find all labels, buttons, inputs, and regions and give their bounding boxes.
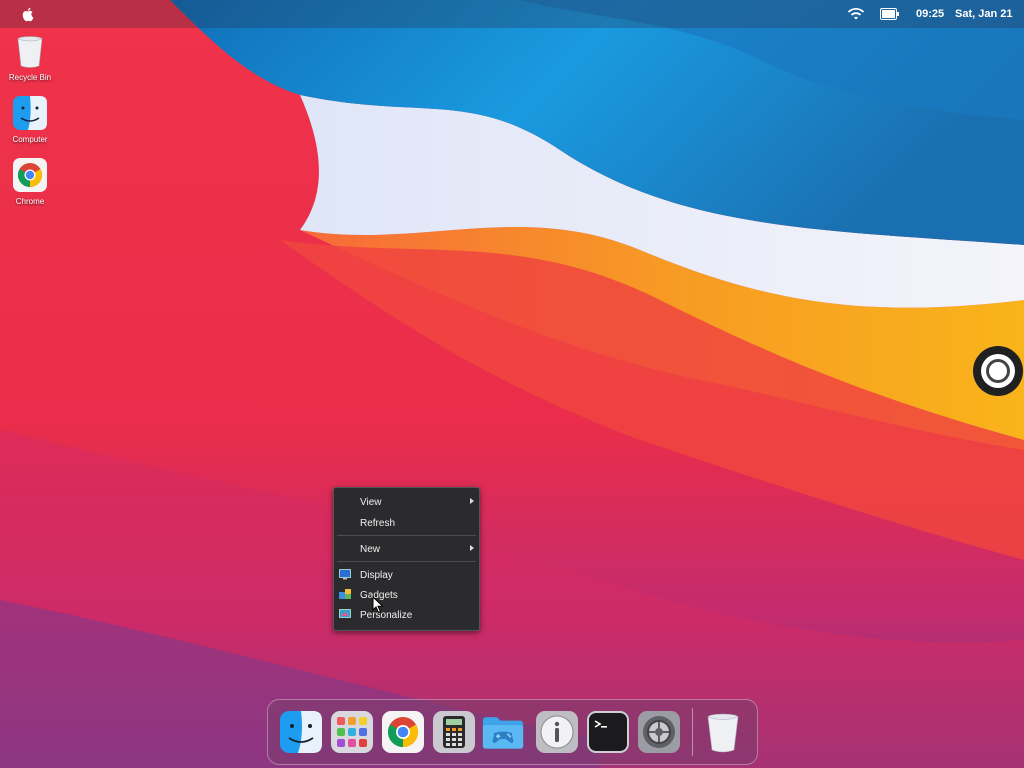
menu-item-label: Refresh (360, 518, 396, 529)
desktop-context-menu: View Refresh New Display Gadgets Persona… (333, 487, 480, 631)
chevron-right-icon (470, 498, 474, 504)
menu-separator (337, 535, 476, 536)
desktop-icon-label: Chrome (15, 197, 45, 206)
assistive-dot (989, 362, 1007, 380)
gadgets-icon (339, 589, 351, 599)
menu-item-label: New (360, 544, 381, 555)
chrome-icon[interactable] (382, 711, 424, 753)
dock (267, 699, 758, 765)
menu-item-display[interactable]: Display (334, 566, 479, 584)
settings-icon[interactable] (638, 711, 680, 753)
desktop-icon-chrome[interactable]: Chrome (0, 158, 60, 206)
info-icon[interactable] (536, 711, 578, 753)
launchpad-icon[interactable] (331, 711, 373, 753)
finder-icon (13, 96, 47, 130)
recycle-bin-icon (17, 36, 43, 68)
dock-divider (692, 708, 693, 756)
wifi-icon[interactable] (847, 7, 865, 21)
menu-item-label: View (360, 497, 382, 508)
personalize-icon (339, 609, 351, 618)
terminal-icon[interactable] (587, 711, 629, 753)
clock-date[interactable]: Sat, Jan 21 (955, 8, 1012, 20)
games-folder-icon[interactable] (482, 711, 524, 753)
menu-item-gadgets[interactable]: Gadgets (334, 586, 479, 604)
desktop-icon-label: Recycle Bin (8, 73, 52, 82)
desktop-icon-label: Computer (12, 135, 48, 144)
menu-item-label: Display (360, 570, 393, 581)
desktop-wallpaper (0, 0, 1024, 768)
desktop-icon-computer[interactable]: Computer (0, 96, 60, 144)
finder-icon[interactable] (280, 711, 322, 753)
menu-item-label: Personalize (360, 610, 413, 621)
trash-icon[interactable] (702, 711, 744, 753)
top-menu-bar: 09:25 Sat, Jan 21 (0, 0, 1024, 28)
clock-time[interactable]: 09:25 (916, 8, 944, 20)
calculator-icon[interactable] (433, 711, 475, 753)
menu-separator (337, 561, 476, 562)
chrome-icon (13, 158, 47, 192)
display-icon (339, 569, 351, 580)
menu-item-refresh[interactable]: Refresh (334, 514, 479, 532)
menu-item-new[interactable]: New (334, 540, 479, 558)
menu-item-view[interactable]: View (334, 493, 479, 511)
battery-icon[interactable] (880, 8, 900, 20)
assistive-touch-button[interactable] (973, 346, 1023, 396)
desktop-icon-recycle-bin[interactable]: Recycle Bin (0, 34, 60, 82)
mouse-cursor-icon (372, 596, 384, 614)
apple-icon[interactable] (20, 6, 36, 22)
chevron-right-icon (470, 545, 474, 551)
menu-item-personalize[interactable]: Personalize (334, 606, 479, 624)
